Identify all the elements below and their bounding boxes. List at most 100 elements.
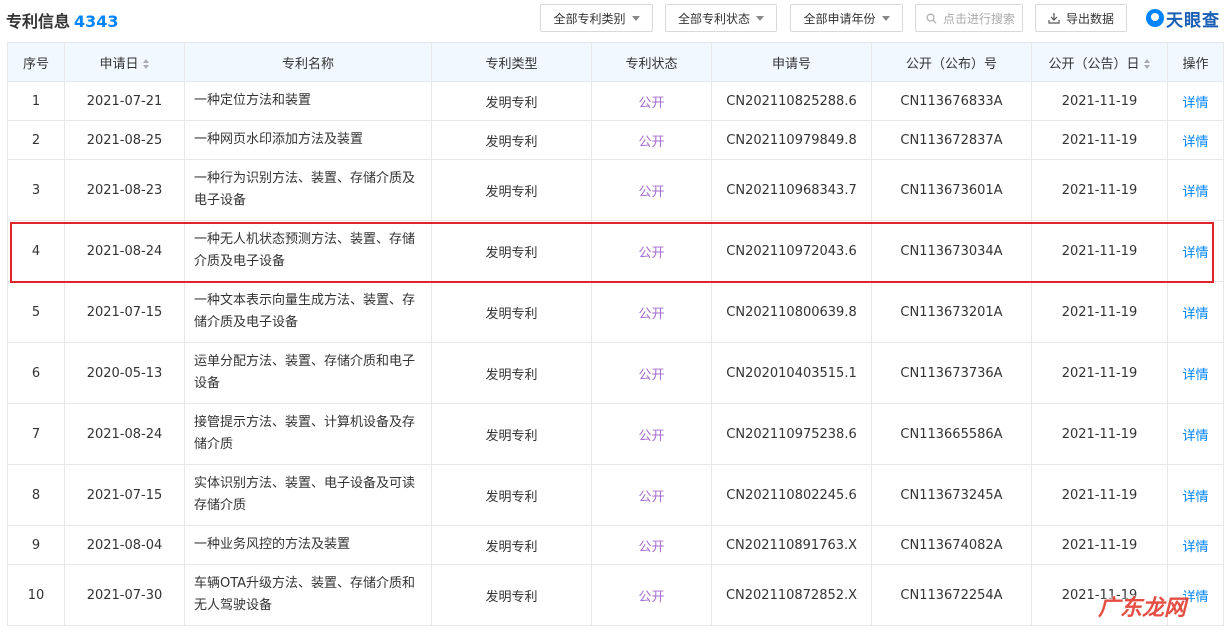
- logo-icon: [1146, 9, 1164, 27]
- export-data-button[interactable]: 导出数据: [1035, 4, 1127, 32]
- table-row: 8 2021-07-15 实体识别方法、装置、电子设备及可读存储介质 发明专利 …: [7, 464, 1224, 526]
- detail-link[interactable]: 详情: [1167, 120, 1224, 160]
- cell-patent-type: 发明专利: [431, 220, 592, 282]
- cell-patent-status: 公开: [591, 525, 712, 565]
- detail-link[interactable]: 详情: [1167, 159, 1224, 221]
- cell-application-date: 2020-05-13: [64, 342, 185, 404]
- cell-application-number: CN202110972043.6: [711, 220, 872, 282]
- table-row: 9 2021-08-04 一种业务风控的方法及装置 发明专利 公开 CN2021…: [7, 525, 1224, 565]
- patent-category-label: 全部专利类别: [553, 11, 626, 26]
- table-row: 4 2021-08-24 一种无人机状态预测方法、装置、存储介质及电子设备 发明…: [7, 220, 1224, 282]
- export-data-label: 导出数据: [1065, 11, 1114, 26]
- cell-publication-date: 2021-11-19: [1031, 81, 1168, 121]
- table-header-row: 序号 申请日 专利名称 专利类型 专利状态 申请号 公开（公布）号 公开（公告）…: [7, 42, 1224, 82]
- cell-application-date: 2021-08-25: [64, 120, 185, 160]
- cell-index: 2: [7, 120, 65, 160]
- cell-index: 8: [7, 464, 65, 526]
- cell-patent-type: 发明专利: [431, 342, 592, 404]
- cell-index: 10: [7, 564, 65, 626]
- column-header-label: 公开（公布）号: [905, 56, 997, 72]
- cell-application-number: CN202110968343.7: [711, 159, 872, 221]
- table-row: 10 2021-07-30 车辆OTA升级方法、装置、存储介质和无人驾驶设备 发…: [7, 564, 1224, 626]
- column-header-label: 公开（公告）日: [1048, 56, 1140, 72]
- cell-patent-name: 接管提示方法、装置、计算机设备及存储介质: [184, 403, 432, 465]
- column-header-application-date[interactable]: 申请日: [64, 42, 185, 82]
- detail-link[interactable]: 详情: [1167, 220, 1224, 282]
- patent-category-dropdown[interactable]: 全部专利类别: [540, 4, 653, 32]
- table-row: 2 2021-08-25 一种网页水印添加方法及装置 发明专利 公开 CN202…: [7, 120, 1224, 160]
- detail-link[interactable]: 详情: [1167, 342, 1224, 404]
- table-row: 3 2021-08-23 一种行为识别方法、装置、存储介质及电子设备 发明专利 …: [7, 159, 1224, 221]
- tianyancha-logo: 天眼查: [1146, 6, 1220, 31]
- cell-patent-status: 公开: [591, 281, 712, 343]
- patent-status-dropdown[interactable]: 全部专利状态: [665, 4, 777, 32]
- cell-patent-name: 一种行为识别方法、装置、存储介质及电子设备: [184, 159, 432, 221]
- cell-patent-status: 公开: [591, 120, 712, 160]
- cell-publication-number: CN113673201A: [871, 281, 1032, 343]
- cell-application-number: CN202010403515.1: [711, 342, 872, 404]
- section-title-label: 专利信息: [6, 12, 71, 31]
- table-row: 7 2021-08-24 接管提示方法、装置、计算机设备及存储介质 发明专利 公…: [7, 403, 1224, 465]
- cell-application-number: CN202110800639.8: [711, 281, 872, 343]
- cell-patent-status: 公开: [591, 81, 712, 121]
- cell-application-number: CN202110979849.8: [711, 120, 872, 160]
- sort-icon[interactable]: [142, 59, 150, 69]
- cell-patent-type: 发明专利: [431, 464, 592, 526]
- cell-publication-date: 2021-11-19: [1031, 525, 1168, 565]
- cell-patent-name: 车辆OTA升级方法、装置、存储介质和无人驾驶设备: [184, 564, 432, 626]
- cell-patent-type: 发明专利: [431, 403, 592, 465]
- cell-application-number: CN202110802245.6: [711, 464, 872, 526]
- cell-publication-date: 2021-11-19: [1031, 120, 1168, 160]
- cell-patent-type: 发明专利: [431, 159, 592, 221]
- page-header: 专利信息 4343 全部专利类别 全部专利状态 全部申请年份 点击进行搜索 导出数…: [0, 0, 1230, 38]
- detail-link[interactable]: 详情: [1167, 81, 1224, 121]
- cell-patent-name: 一种定位方法和装置: [184, 81, 432, 121]
- cell-application-date: 2021-08-24: [64, 220, 185, 282]
- column-header-label: 专利状态: [625, 56, 678, 72]
- search-input[interactable]: 点击进行搜索: [915, 4, 1023, 32]
- cell-application-number: CN202110975238.6: [711, 403, 872, 465]
- cell-publication-date: 2021-11-19: [1031, 281, 1168, 343]
- cell-publication-number: CN113665586A: [871, 403, 1032, 465]
- sort-icon[interactable]: [1143, 59, 1151, 69]
- column-header-action: 操作: [1167, 42, 1224, 82]
- cell-publication-number: CN113676833A: [871, 81, 1032, 121]
- cell-patent-status: 公开: [591, 159, 712, 221]
- detail-link[interactable]: 详情: [1167, 464, 1224, 526]
- detail-link[interactable]: 详情: [1167, 403, 1224, 465]
- cell-patent-name: 运单分配方法、装置、存储介质和电子设备: [184, 342, 432, 404]
- cell-patent-status: 公开: [591, 403, 712, 465]
- column-header-publication-date[interactable]: 公开（公告）日: [1031, 42, 1168, 82]
- search-placeholder: 点击进行搜索: [943, 11, 1016, 26]
- cell-index: 6: [7, 342, 65, 404]
- caret-down-icon: [756, 15, 764, 21]
- application-year-dropdown[interactable]: 全部申请年份: [790, 4, 903, 32]
- caret-down-icon: [631, 15, 640, 21]
- cell-publication-number: CN113674082A: [871, 525, 1032, 565]
- cell-application-date: 2021-08-24: [64, 403, 185, 465]
- cell-application-date: 2021-08-23: [64, 159, 185, 221]
- detail-link[interactable]: 详情: [1167, 525, 1224, 565]
- application-year-label: 全部申请年份: [803, 11, 876, 26]
- cell-publication-number: CN113672837A: [871, 120, 1032, 160]
- cell-index: 3: [7, 159, 65, 221]
- cell-application-number: CN202110872852.X: [711, 564, 872, 626]
- cell-publication-date: 2021-11-19: [1031, 464, 1168, 526]
- column-header-patent-status: 专利状态: [591, 42, 712, 82]
- patent-count: 4343: [74, 12, 119, 31]
- cell-index: 5: [7, 281, 65, 343]
- cell-publication-number: CN113673736A: [871, 342, 1032, 404]
- cell-publication-number: CN113673245A: [871, 464, 1032, 526]
- cell-patent-type: 发明专利: [431, 564, 592, 626]
- cell-patent-status: 公开: [591, 464, 712, 526]
- column-header-patent-type: 专利类型: [431, 42, 592, 82]
- detail-link[interactable]: 详情: [1167, 281, 1224, 343]
- cell-application-date: 2021-07-21: [64, 81, 185, 121]
- cell-publication-number: CN113672254A: [871, 564, 1032, 626]
- patent-table: 序号 申请日 专利名称 专利类型 专利状态 申请号 公开（公布）号 公开（公告）…: [7, 42, 1224, 626]
- cell-patent-type: 发明专利: [431, 120, 592, 160]
- cell-publication-date: 2021-11-19: [1031, 159, 1168, 221]
- cell-patent-status: 公开: [591, 342, 712, 404]
- cell-patent-status: 公开: [591, 564, 712, 626]
- cell-application-date: 2021-07-30: [64, 564, 185, 626]
